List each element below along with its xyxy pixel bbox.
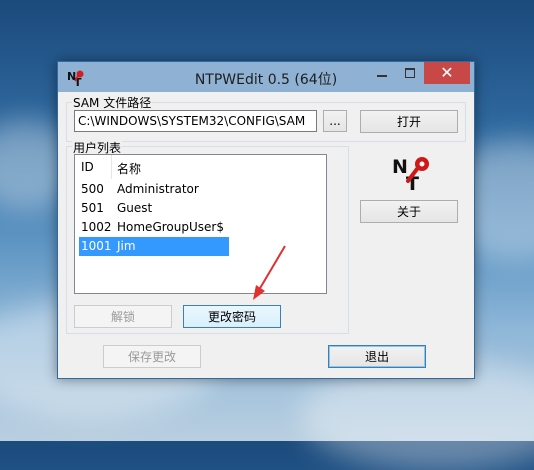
list-item[interactable]: 500 Administrator <box>79 180 229 199</box>
user-id: 1001 <box>81 239 112 253</box>
ntpwedit-window: N T NTPWEdit 0.5 (64位) ✕ SAM 文件路径 C:\WIN… <box>57 61 475 379</box>
about-button[interactable]: 关于 <box>360 200 458 223</box>
unlock-button[interactable]: 解锁 <box>74 305 172 328</box>
column-header-id[interactable]: ID <box>81 160 94 174</box>
user-name: Guest <box>117 201 153 215</box>
user-name: HomeGroupUser$ <box>117 220 224 234</box>
change-password-button[interactable]: 更改密码 <box>183 305 281 328</box>
user-name: Jim <box>117 239 136 253</box>
close-button[interactable]: ✕ <box>424 62 470 84</box>
user-id: 501 <box>81 201 104 215</box>
save-changes-button[interactable]: 保存更改 <box>103 345 201 368</box>
list-item-selected[interactable]: 1001 Jim <box>79 237 229 256</box>
sam-path-label: SAM 文件路径 <box>72 94 153 111</box>
column-divider <box>111 155 112 179</box>
browse-button[interactable]: ... <box>323 110 347 132</box>
list-item[interactable]: 501 Guest <box>79 199 229 218</box>
nt-logo-icon: N T <box>392 156 429 191</box>
user-list[interactable]: ID 名称 500 Administrator 501 Guest 1002 H… <box>74 154 327 294</box>
open-button[interactable]: 打开 <box>360 110 458 133</box>
maximize-button[interactable] <box>396 62 424 84</box>
exit-button[interactable]: 退出 <box>328 345 426 368</box>
close-icon: ✕ <box>440 63 454 82</box>
minimize-button[interactable] <box>368 62 396 84</box>
title-bar[interactable]: N T NTPWEdit 0.5 (64位) ✕ <box>58 62 474 92</box>
user-id: 500 <box>81 182 104 196</box>
list-header: ID 名称 <box>75 155 326 179</box>
user-name: Administrator <box>117 182 199 196</box>
user-id: 1002 <box>81 220 112 234</box>
sam-path-field[interactable]: C:\WINDOWS\SYSTEM32\CONFIG\SAM <box>74 110 317 132</box>
column-header-name[interactable]: 名称 <box>117 160 141 177</box>
list-item[interactable]: 1002 HomeGroupUser$ <box>79 218 229 237</box>
